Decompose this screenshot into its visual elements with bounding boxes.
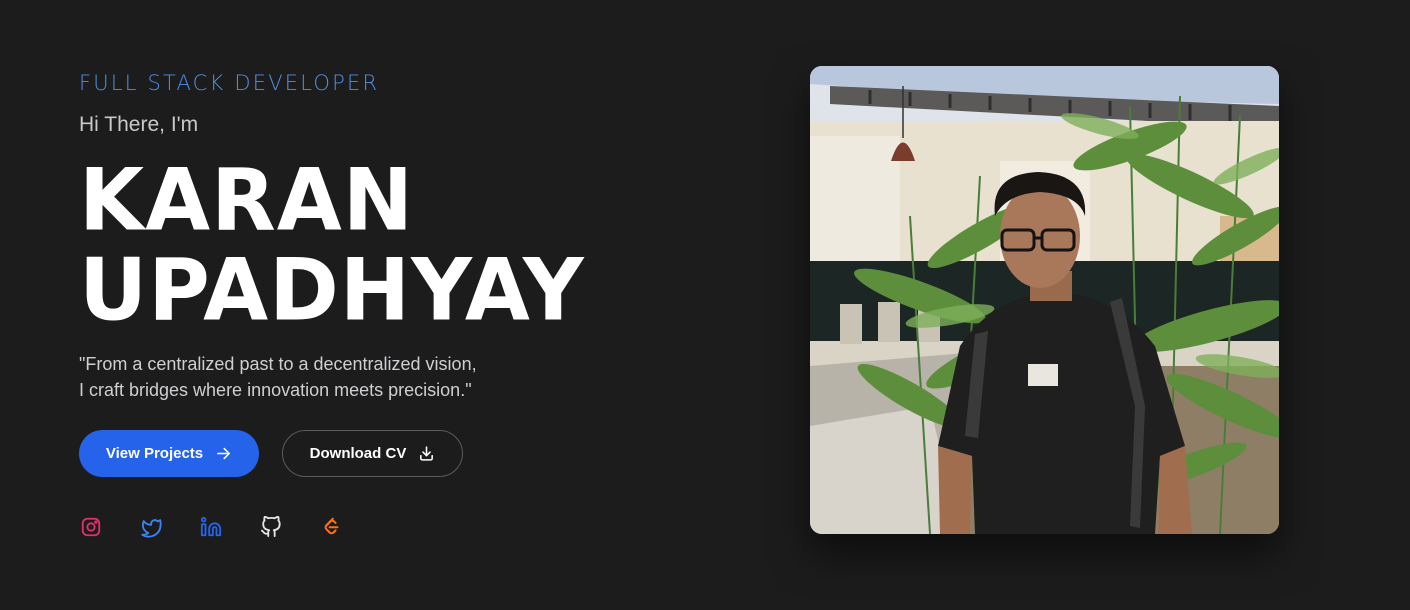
profile-photo	[810, 66, 1279, 534]
hero-name-line2: UPADHYAY	[79, 240, 585, 340]
leetcode-link[interactable]	[320, 516, 342, 538]
social-links	[79, 516, 719, 538]
hero-name-line1: KARAN	[79, 150, 415, 250]
download-icon	[420, 446, 434, 461]
instagram-icon	[81, 517, 101, 537]
quote-line2: I craft bridges where innovation meets p…	[79, 380, 472, 400]
twitter-icon	[141, 519, 162, 538]
arrow-right-icon	[217, 447, 231, 460]
hero-name: KARAN UPADHYAY	[79, 150, 719, 340]
hero-quote: "From a centralized past to a decentrali…	[79, 351, 719, 403]
github-icon	[260, 516, 281, 538]
view-projects-label: View Projects	[105, 445, 204, 462]
hero-actions: View Projects Download CV	[79, 430, 719, 477]
hero-intro: FULL STACK DEVELOPER Hi There, I'm KARAN…	[79, 68, 719, 538]
instagram-link[interactable]	[80, 516, 102, 538]
role-title: FULL STACK DEVELOPER	[79, 71, 380, 95]
twitter-link[interactable]	[140, 516, 162, 538]
github-link[interactable]	[260, 516, 282, 538]
profile-photo-image	[810, 66, 1279, 534]
linkedin-icon	[200, 516, 222, 537]
download-cv-button[interactable]: Download CV	[282, 430, 463, 477]
download-cv-label: Download CV	[309, 445, 407, 462]
quote-line1: "From a centralized past to a decentrali…	[79, 354, 477, 374]
view-projects-button[interactable]: View Projects	[79, 430, 259, 477]
leetcode-icon	[324, 517, 339, 535]
linkedin-link[interactable]	[200, 516, 222, 538]
greeting-text: Hi There, I'm	[79, 113, 199, 136]
